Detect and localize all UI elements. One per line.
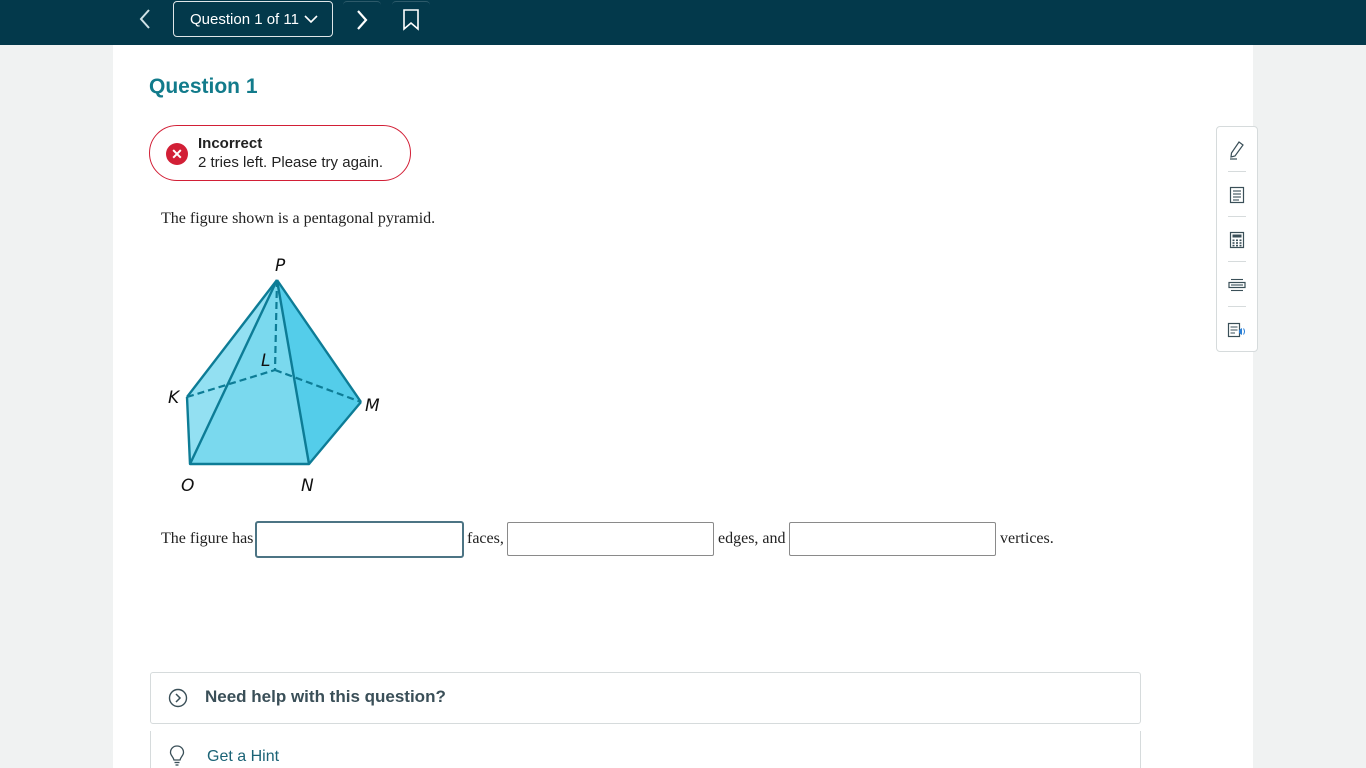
lightbulb-icon — [169, 745, 185, 768]
error-x-icon: ✕ — [166, 143, 188, 165]
tools-panel — [1216, 126, 1258, 352]
edges-label: edges, and — [718, 530, 786, 547]
alert-title: Incorrect — [198, 135, 263, 152]
question-card: Question 1 ✕ Incorrect 2 tries left. Ple… — [113, 45, 1253, 768]
notes-icon — [1229, 186, 1245, 203]
incorrect-alert: ✕ Incorrect 2 tries left. Please try aga… — [149, 125, 411, 181]
vertex-label-k: K — [168, 388, 181, 408]
question-selector-dropdown[interactable]: Question 1 of 11 — [173, 1, 333, 37]
notes-tool-button[interactable] — [1217, 172, 1257, 217]
top-navigation-bar: Question 1 of 11 — [0, 0, 1366, 45]
question-title: Question 1 — [149, 75, 258, 98]
question-selector-label: Question 1 of 11 — [190, 10, 299, 28]
question-prompt: The figure shown is a pentagonal pyramid… — [161, 210, 436, 227]
need-help-label: Need help with this question? — [205, 687, 446, 706]
bookmark-icon — [403, 8, 419, 31]
calculator-icon — [1229, 231, 1245, 248]
chevron-circle-right-icon — [168, 688, 188, 713]
faces-label: faces, — [467, 530, 504, 547]
text-to-speech-tool-button[interactable] — [1217, 307, 1257, 352]
previous-question-button[interactable] — [133, 4, 157, 34]
next-question-button[interactable] — [343, 1, 381, 37]
vertex-label-o: O — [181, 476, 194, 495]
need-help-toggle[interactable]: Need help with this question? — [150, 672, 1141, 724]
pencil-tool-button[interactable] — [1217, 127, 1257, 172]
alert-message: 2 tries left. Please try again. — [198, 154, 384, 171]
line-reader-icon — [1228, 278, 1246, 291]
chevron-left-icon — [139, 9, 150, 29]
text-to-speech-icon — [1227, 322, 1245, 337]
vertices-label: vertices. — [1000, 530, 1054, 547]
bookmark-button[interactable] — [392, 1, 430, 37]
answer-text-start: The figure has — [161, 530, 254, 547]
chevron-down-icon — [304, 14, 318, 24]
vertices-input[interactable] — [789, 522, 996, 556]
vertex-label-l: L — [261, 351, 270, 371]
chevron-right-icon — [357, 9, 368, 30]
pentagonal-pyramid-figure: P L K M O N — [161, 250, 401, 496]
faces-input[interactable] — [255, 521, 464, 558]
get-hint-label: Get a Hint — [207, 748, 280, 765]
calculator-tool-button[interactable] — [1217, 217, 1257, 262]
vertex-label-n: N — [301, 476, 314, 495]
vertex-label-p: P — [275, 256, 286, 276]
line-reader-tool-button[interactable] — [1217, 262, 1257, 307]
get-hint-button[interactable]: Get a Hint — [150, 731, 1141, 768]
vertex-label-m: M — [365, 396, 380, 416]
pencil-icon — [1230, 140, 1244, 160]
edges-input[interactable] — [507, 522, 714, 556]
